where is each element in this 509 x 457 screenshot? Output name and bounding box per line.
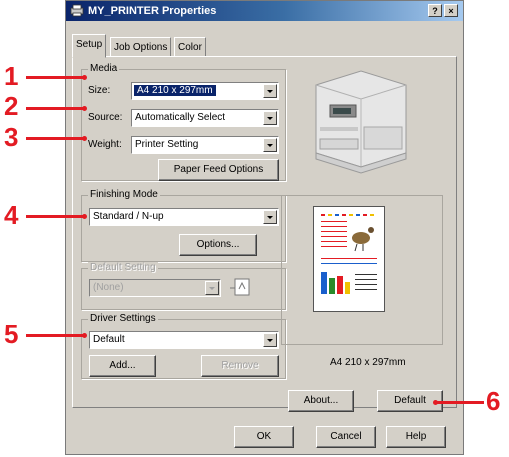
source-dropdown[interactable]: Automatically Select	[131, 109, 279, 127]
chevron-down-icon[interactable]	[263, 210, 277, 224]
callout-1-line	[26, 76, 84, 79]
chevron-down-icon[interactable]	[263, 333, 277, 347]
tab-setup[interactable]: Setup	[72, 34, 107, 58]
driver-settings-label: Driver Settings	[88, 313, 158, 324]
callout-2-dot	[82, 106, 87, 111]
cancel-button[interactable]: Cancel	[316, 426, 376, 448]
help-title-button[interactable]: ?	[428, 4, 442, 17]
default-setting-label: Default Setting	[88, 262, 158, 273]
title-bar[interactable]: MY_PRINTER Properties ? ×	[66, 1, 463, 21]
driver-settings-value: Default	[93, 334, 125, 345]
driver-settings-dropdown[interactable]: Default	[89, 331, 279, 349]
source-label: Source:	[88, 112, 123, 123]
default-setting-value: (None)	[93, 282, 124, 293]
chevron-down-icon[interactable]	[263, 84, 277, 98]
callout-4: 4	[4, 200, 19, 230]
paper-feed-options-button[interactable]: Paper Feed Options	[158, 159, 279, 181]
size-dropdown[interactable]: A4 210 x 297mm	[131, 82, 279, 100]
chevron-down-icon[interactable]	[263, 138, 277, 152]
callout-3-line	[26, 137, 84, 140]
options-button[interactable]: Options...	[179, 234, 257, 256]
page-preview	[313, 206, 385, 312]
callout-6-line	[436, 401, 484, 404]
help-button[interactable]: Help	[386, 426, 446, 448]
callout-5: 5	[4, 319, 19, 349]
chevron-down-icon[interactable]	[205, 281, 219, 295]
size-value: A4 210 x 297mm	[134, 85, 216, 96]
close-title-button[interactable]: ×	[444, 4, 458, 17]
callout-5-line	[26, 334, 84, 337]
callout-1-dot	[82, 75, 87, 80]
source-value: Automatically Select	[135, 112, 226, 123]
callout-4-dot	[82, 214, 87, 219]
tab-color[interactable]: Color	[174, 37, 206, 57]
default-setting-dropdown[interactable]: (None)	[89, 279, 221, 297]
callout-3-dot	[82, 136, 87, 141]
window-title: MY_PRINTER Properties	[88, 5, 217, 17]
finishing-mode-dropdown[interactable]: Standard / N-up	[89, 208, 279, 226]
printer-app-icon	[70, 4, 84, 17]
callout-6: 6	[486, 386, 501, 416]
document-edit-icon[interactable]	[230, 277, 252, 297]
size-label: Size:	[88, 85, 111, 96]
ok-button[interactable]: OK	[234, 426, 294, 448]
preview-caption: A4 210 x 297mm	[330, 357, 406, 368]
weight-label: Weight:	[88, 139, 122, 150]
add-button[interactable]: Add...	[89, 355, 156, 377]
finishing-mode-label: Finishing Mode	[88, 189, 160, 200]
finishing-mode-value: Standard / N-up	[93, 211, 164, 222]
callout-5-dot	[82, 333, 87, 338]
weight-dropdown[interactable]: Printer Setting	[131, 136, 279, 154]
printer-properties-dialog: MY_PRINTER Properties ? × Setup Job Opti…	[65, 0, 464, 455]
tab-job-options[interactable]: Job Options	[110, 37, 172, 57]
callout-2: 2	[4, 91, 19, 121]
callout-2-line	[26, 107, 84, 110]
callout-1: 1	[4, 61, 19, 91]
printer-image	[315, 70, 407, 174]
weight-value: Printer Setting	[135, 139, 199, 150]
chevron-down-icon[interactable]	[263, 111, 277, 125]
callout-3: 3	[4, 122, 19, 152]
about-button[interactable]: About...	[288, 390, 354, 412]
callout-4-line	[26, 215, 84, 218]
remove-button[interactable]: Remove	[201, 355, 279, 377]
media-group-label: Media	[88, 63, 120, 74]
